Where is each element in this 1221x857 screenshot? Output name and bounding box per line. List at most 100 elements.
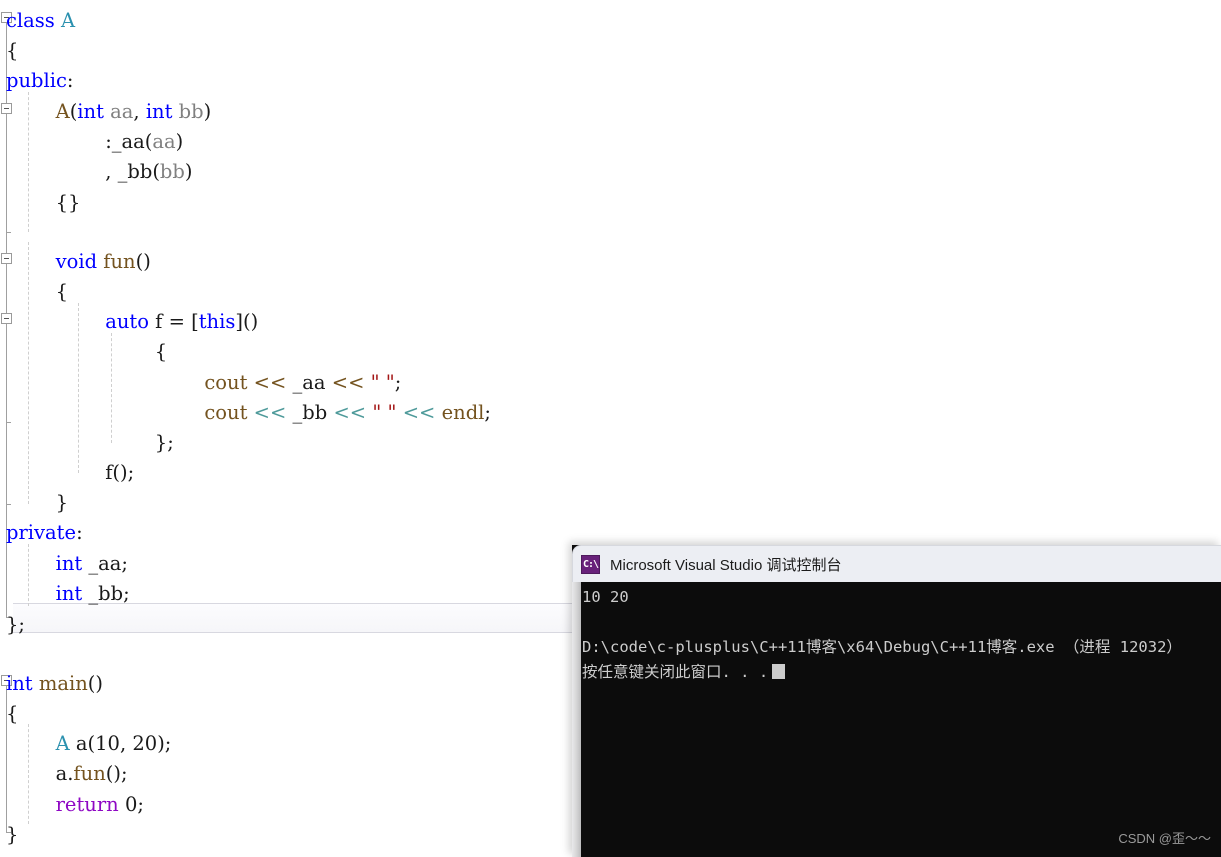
code-line[interactable] — [0, 218, 1221, 248]
code-line[interactable]: {} — [0, 188, 1221, 218]
code-line-content: } — [0, 491, 68, 514]
code-token: fun — [103, 250, 136, 273]
code-token: _aa; — [82, 552, 129, 575]
code-line-content: { — [0, 340, 167, 363]
code-line[interactable]: } — [0, 488, 1221, 518]
code-token: ]() — [235, 310, 259, 333]
code-token: << — [402, 401, 436, 424]
code-token: int — [55, 552, 83, 575]
code-line-content: cout << _bb << " " << endl; — [0, 401, 491, 424]
code-token: ; — [137, 793, 144, 816]
code-line[interactable]: :_aa(aa) — [0, 127, 1221, 157]
code-token: private — [6, 521, 77, 544]
code-line-content: :_aa(aa) — [0, 130, 183, 153]
code-line[interactable]: f(); — [0, 458, 1221, 488]
code-token: this — [198, 310, 236, 333]
code-token: " " — [372, 401, 397, 424]
console-caret — [772, 664, 786, 679]
code-line-content: class A — [0, 9, 75, 32]
code-line-content: auto f = [this]() — [0, 310, 258, 333]
code-line-content: A a(10, 20); — [0, 732, 172, 755]
code-line[interactable]: , _bb(bb) — [0, 157, 1221, 187]
code-line[interactable]: { — [0, 277, 1221, 307]
code-token: { — [55, 280, 69, 303]
code-line-content: return 0; — [0, 793, 144, 816]
console-line: D:\code\c-plusplus\C++11博客\x64\Debug\C++… — [582, 638, 1182, 656]
code-token: { — [6, 39, 19, 62]
code-line-content: { — [0, 702, 18, 725]
console-titlebar[interactable]: C:\ Microsoft Visual Studio 调试控制台 — [572, 545, 1221, 582]
code-token: A — [55, 100, 70, 123]
code-token: }; — [6, 613, 25, 636]
code-token: " " — [370, 371, 395, 394]
code-token: endl — [441, 401, 485, 424]
code-line[interactable]: }; — [0, 428, 1221, 458]
code-token: , — [133, 100, 146, 123]
code-token: 0 — [124, 793, 138, 816]
code-line-content: } — [0, 823, 18, 846]
code-line[interactable]: public: — [0, 66, 1221, 96]
code-token: << — [253, 371, 287, 394]
code-line-content: A(int aa, int bb) — [0, 100, 212, 123]
code-line-content: int _aa; — [0, 552, 128, 575]
code-line[interactable]: { — [0, 36, 1221, 66]
code-line[interactable]: private: — [0, 518, 1221, 548]
code-token: :_aa — [105, 130, 145, 153]
code-token: { — [154, 340, 168, 363]
code-line-content: void fun() — [0, 250, 151, 273]
code-token: () — [87, 672, 103, 695]
code-token: ; — [484, 401, 491, 424]
code-token: << — [331, 371, 365, 394]
code-token: _bb; — [82, 582, 130, 605]
code-token: : — [66, 69, 74, 92]
code-line-content — [0, 221, 6, 244]
code-line-content: }; — [0, 613, 25, 636]
code-token: 20 — [132, 732, 158, 755]
code-token: : — [76, 521, 83, 544]
code-line-content: {} — [0, 191, 81, 214]
code-token: a( — [69, 732, 96, 755]
code-token: ) — [203, 100, 212, 123]
code-line-content: a.fun(); — [0, 762, 128, 785]
code-token: cout — [204, 371, 248, 394]
code-token: (); — [105, 762, 128, 785]
code-token: bb — [178, 100, 204, 123]
code-token: public — [6, 69, 67, 92]
code-line[interactable]: class A — [0, 6, 1221, 36]
code-line[interactable]: cout << _aa << " "; — [0, 368, 1221, 398]
code-token: _bb — [286, 401, 334, 424]
console-line: 10 20 — [582, 588, 629, 606]
code-token: _aa — [286, 371, 332, 394]
code-token: bb — [159, 160, 185, 183]
code-line[interactable]: cout << _bb << " " << endl; — [0, 398, 1221, 428]
code-token: , — [119, 732, 133, 755]
code-token: void — [55, 250, 98, 273]
code-line-content: , _bb(bb) — [0, 160, 193, 183]
code-token: aa — [110, 100, 134, 123]
console-output[interactable]: 10 20 D:\code\c-plusplus\C++11博客\x64\Deb… — [581, 582, 1221, 857]
code-line[interactable]: A(int aa, int bb) — [0, 97, 1221, 127]
code-token: A — [61, 9, 76, 32]
code-token: } — [6, 823, 19, 846]
csdn-watermark: CSDN @歪～～ — [1118, 831, 1211, 846]
code-token: class — [6, 9, 61, 32]
code-token: int — [77, 100, 104, 123]
console-window-border — [572, 582, 581, 857]
code-line[interactable]: { — [0, 337, 1221, 367]
code-line-content: { — [0, 39, 18, 62]
code-line[interactable]: void fun() — [0, 247, 1221, 277]
code-token: ); — [157, 732, 172, 755]
code-token: << — [333, 401, 367, 424]
code-token: ( — [152, 160, 160, 183]
code-token: ; — [394, 371, 402, 394]
code-line[interactable]: auto f = [this]() — [0, 307, 1221, 337]
vs-debug-console-icon: C:\ — [581, 554, 600, 574]
debug-console-window[interactable]: C:\ Microsoft Visual Studio 调试控制台 10 20 … — [572, 545, 1221, 857]
code-token: int — [145, 100, 173, 123]
code-token: A — [55, 732, 70, 755]
code-token: f = [ — [148, 310, 199, 333]
code-line-content: { — [0, 280, 68, 303]
console-title: Microsoft Visual Studio 调试控制台 — [610, 556, 842, 574]
code-token: ) — [175, 130, 184, 153]
code-token: ) — [184, 160, 193, 183]
